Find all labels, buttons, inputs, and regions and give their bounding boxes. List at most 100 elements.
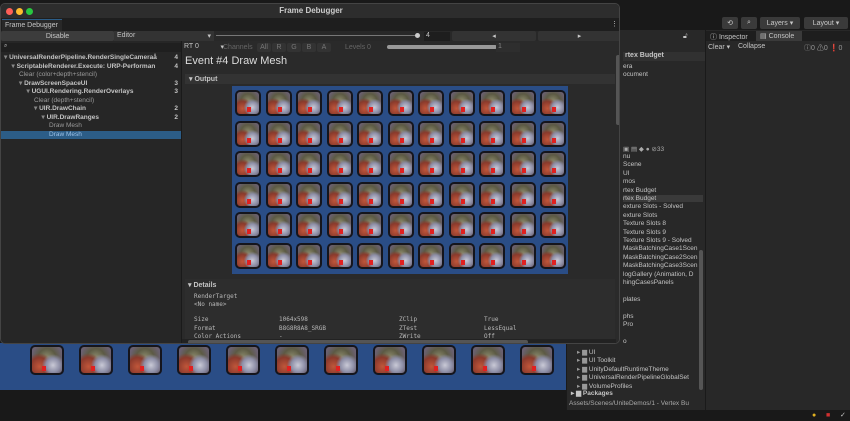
render-preview: [232, 86, 568, 274]
tree-item[interactable]: Draw Mesh: [1, 122, 181, 131]
slider-handle[interactable]: [415, 33, 420, 38]
project-item[interactable]: exture Slots: [623, 212, 657, 219]
tree-item[interactable]: ▾ UIR.DrawChain 2: [1, 105, 181, 114]
rendered-ui-icon: [448, 242, 475, 269]
vertical-scrollbar[interactable]: [616, 55, 619, 125]
tree-item[interactable]: ▾ UGUI.Rendering.RenderOverlays 3: [1, 88, 181, 97]
output-foldout[interactable]: ▾ Output: [185, 74, 615, 84]
game-view-icon: [79, 345, 113, 375]
tree-item[interactable]: ▾ ScriptableRenderer.Execute: URP-Perfor…: [1, 63, 181, 72]
project-item[interactable]: nu: [623, 153, 630, 160]
tree-item[interactable]: Clear (color+depth+stencil): [1, 71, 181, 80]
tree-item[interactable]: ▾ DrawScreenSpaceUI 3: [1, 80, 181, 89]
search-input[interactable]: ⌕: [1, 43, 181, 52]
project-item[interactable]: plates: [623, 296, 640, 303]
rendered-ui-icon: [479, 151, 505, 177]
channel-a-button[interactable]: A: [317, 43, 331, 52]
folder-icon: ▸ ▆: [577, 374, 589, 382]
rendered-ui-icon: [387, 242, 414, 269]
project-item[interactable]: Pro: [623, 321, 633, 328]
levels-max[interactable]: 1: [496, 43, 520, 52]
layout-dropdown[interactable]: Layout ▾: [804, 17, 848, 29]
project-item[interactable]: exture Slots - Solved: [623, 203, 683, 210]
project-item[interactable]: hingCasesPanels: [623, 279, 674, 286]
project-item[interactable]: UI: [623, 170, 630, 177]
channel-b-button[interactable]: B: [302, 43, 316, 52]
channel-all-button[interactable]: All: [257, 43, 271, 52]
game-view-icon: [373, 345, 407, 375]
collab-icon[interactable]: ●: [812, 412, 816, 419]
project-folder[interactable]: ▸ ▆ UniversalRenderPipelineGlobalSet: [577, 373, 689, 381]
hierarchy-item[interactable]: era: [623, 63, 632, 70]
history-icon[interactable]: ⟲: [722, 17, 738, 29]
target-dropdown[interactable]: Editor ▾: [114, 31, 214, 41]
project-item[interactable]: phs: [623, 313, 633, 320]
project-item[interactable]: Texture Slots 9 - Solved: [623, 237, 692, 244]
project-item[interactable]: rtex Budget: [623, 195, 703, 202]
scrollbar[interactable]: [699, 250, 703, 390]
project-item[interactable]: MaskBatchingCase3Scen: [623, 262, 697, 269]
tree-item-label: Draw Mesh: [49, 122, 82, 129]
project-folder[interactable]: ▸ ▆ UI: [577, 348, 595, 356]
rendered-ui-icon: [448, 120, 475, 147]
project-item[interactable]: Texture Slots 9: [623, 229, 666, 236]
minimize-button[interactable]: [16, 8, 23, 15]
channel-r-button[interactable]: R: [272, 43, 286, 52]
layers-dropdown[interactable]: Layers ▾: [760, 17, 800, 29]
tab-console[interactable]: ▤ Console: [756, 31, 802, 41]
tree-item[interactable]: ▾ UIR.DrawRanges 2: [1, 114, 181, 123]
rt-dropdown[interactable]: RT 0 ▾: [184, 43, 226, 52]
collapse-button[interactable]: Collapse: [738, 43, 765, 50]
project-item[interactable]: Scene: [623, 161, 641, 168]
game-view-icon: [226, 345, 260, 375]
tab-frame-debugger[interactable]: Frame Debugger: [2, 19, 62, 31]
rendered-ui-icon: [418, 212, 444, 238]
disable-button[interactable]: Disable: [1, 31, 114, 41]
more-icon[interactable]: ⋮: [611, 20, 618, 28]
search-icon[interactable]: ⌕: [741, 17, 757, 29]
levels-slider[interactable]: [387, 45, 497, 49]
close-button[interactable]: [6, 8, 13, 15]
rendered-ui-icon: [418, 151, 444, 177]
rendered-ui-icon: [235, 181, 261, 208]
tab-inspector[interactable]: ⓘ Inspector: [710, 32, 748, 42]
clear-button[interactable]: Clear ▾: [708, 43, 730, 51]
prev-event-button[interactable]: ◂: [452, 31, 536, 41]
rendered-ui-icon: [509, 242, 536, 269]
project-item[interactable]: MaskBatchingCase2Scen: [623, 254, 697, 261]
folder-icon: ▸ ▆: [577, 349, 589, 356]
project-item[interactable]: mos: [623, 178, 635, 185]
event-slider[interactable]: [216, 35, 416, 36]
detail-value: LessEqual: [484, 324, 517, 332]
project-folder[interactable]: ▸ ▆ UnityDefaultRuntimeTheme: [577, 365, 669, 373]
tree-item[interactable]: Clear (depth+stencil): [1, 97, 181, 106]
horizontal-scrollbar[interactable]: [182, 339, 616, 343]
tree-item[interactable]: Draw Mesh: [1, 130, 181, 139]
lock-icon[interactable]: 🔓︎: [683, 33, 688, 41]
next-event-button[interactable]: ▸: [538, 31, 619, 41]
event-title: Event #4 Draw Mesh: [185, 55, 288, 67]
rendered-ui-icon: [265, 181, 292, 208]
packages-folder[interactable]: ▸ ▆ Packages: [571, 389, 613, 397]
project-folder[interactable]: ▸ ▆ UI Toolkit: [577, 356, 616, 364]
project-item[interactable]: Texture Slots 8: [623, 220, 666, 227]
channel-g-button[interactable]: G: [287, 43, 301, 52]
scene-header[interactable]: rtex Budget: [623, 52, 706, 61]
project-item[interactable]: logGallery (Animation, D: [623, 271, 693, 278]
project-item[interactable]: MaskBatchingCase1Scen: [623, 245, 697, 252]
folder-icon: ▸ ▆: [577, 357, 589, 365]
error-icon[interactable]: ■: [826, 412, 830, 419]
check-icon[interactable]: ✓: [840, 411, 846, 419]
rendered-ui-icon: [418, 90, 444, 116]
project-item[interactable]: o: [623, 338, 627, 345]
tree-item[interactable]: ▾ UniversalRenderPipeline.RenderSingleCa…: [1, 54, 181, 63]
tree-item-label: UIR.DrawRanges: [46, 113, 99, 121]
event-index-field[interactable]: 4: [424, 32, 450, 41]
zoom-button[interactable]: [26, 8, 33, 15]
project-toolbar: ▣ ▤ ◆ ● ⊘33: [623, 146, 665, 153]
tree-item-label: Draw Mesh: [49, 130, 82, 138]
project-item[interactable]: rtex Budget: [623, 187, 656, 194]
hierarchy-item[interactable]: ocument: [623, 71, 648, 78]
rendered-ui-icon: [540, 181, 566, 208]
details-foldout[interactable]: ▾ Details: [188, 281, 216, 289]
